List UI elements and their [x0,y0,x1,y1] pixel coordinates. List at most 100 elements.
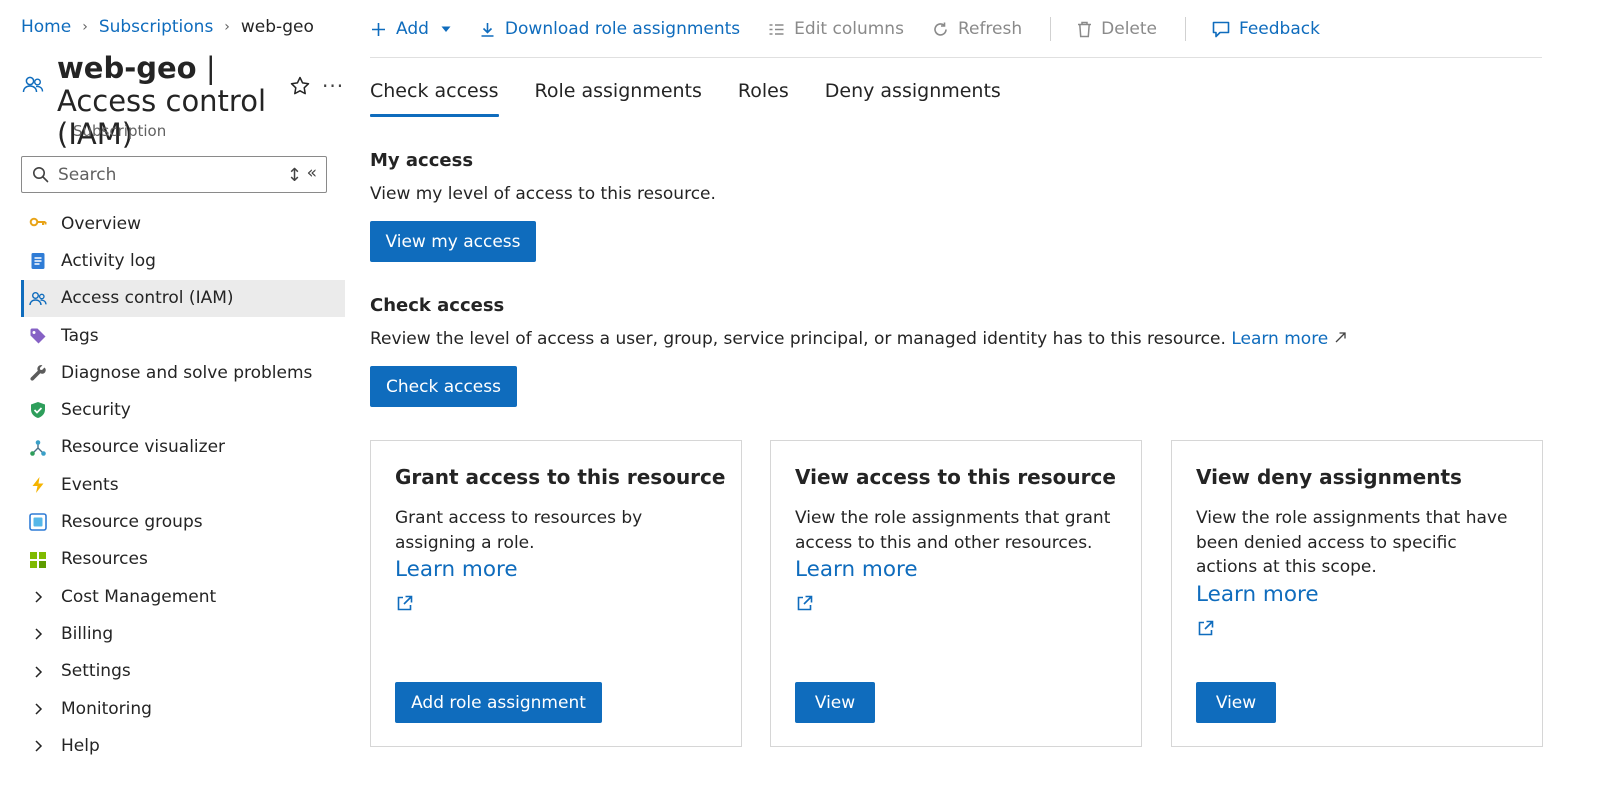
sidebar-item-label: Security [61,400,131,421]
view-access-card: View access to this resource View the ro… [770,440,1142,747]
tab-roles[interactable]: Roles [738,80,789,117]
refresh-button[interactable]: Refresh [932,19,1022,39]
search-icon [33,167,49,183]
sidebar-item-resource-groups[interactable]: Resource groups [21,503,345,540]
key-icon [29,217,47,227]
sidebar-item-resource-visualizer[interactable]: Resource visualizer [21,429,345,466]
download-button-label: Download role assignments [504,19,741,39]
external-link-icon[interactable] [795,594,814,613]
wrench-icon [30,365,46,381]
caret-down-icon [441,26,451,32]
card-learn-more-link[interactable]: Learn more [395,555,720,585]
columns-icon [769,23,784,35]
sidebar-item-label: Help [61,735,100,756]
grant-access-card: Grant access to this resource Grant acce… [370,440,742,747]
check-access-text: Review the level of access a user, group… [370,329,1226,349]
add-button-label: Add [396,19,429,39]
sidebar-item-resources[interactable]: Resources [21,541,345,578]
people-icon [22,76,44,93]
add-role-assignment-button[interactable]: Add role assignment [395,682,602,723]
add-button[interactable]: Add [370,19,451,39]
tab-deny-assignments[interactable]: Deny assignments [825,80,1001,117]
feedback-button[interactable]: Feedback [1212,19,1320,39]
search-input[interactable] [58,164,273,185]
tab-check-access[interactable]: Check access [370,80,499,117]
toolbar-divider [1050,17,1052,41]
tag-icon [30,328,46,344]
sidebar-item-monitoring[interactable]: Monitoring [21,690,345,727]
card-body: View the role assignments that have been… [1196,506,1521,638]
sidebar-item-access-control[interactable]: Access control (IAM) [21,279,345,318]
card-learn-more-link[interactable]: Learn more [1196,580,1521,610]
chevron-right-icon [35,591,43,603]
card-body: View the role assignments that grant acc… [795,506,1120,613]
card-description: Grant access to resources by assigning a… [395,508,643,553]
sidebar-item-activity-log[interactable]: Activity log [21,242,345,279]
command-bar: Add Download role assignments Edit colum… [370,17,1348,41]
sidebar-item-label: Resources [61,549,148,570]
sidebar-item-tags[interactable]: Tags [21,317,345,354]
collapse-sidebar-icon[interactable]: « [307,163,317,183]
chevron-right-icon [35,703,43,715]
view-my-access-button[interactable]: View my access [370,221,536,262]
chevron-right-icon [35,628,43,640]
external-link-icon[interactable] [395,594,414,613]
sidebar-item-label: Resource visualizer [61,437,226,458]
breadcrumb-subscriptions-link[interactable]: Subscriptions [99,17,213,37]
chevron-right-icon [35,666,43,678]
trash-icon [1078,21,1092,37]
breadcrumb: Home › Subscriptions › web-geo [21,17,314,37]
breadcrumb-home-link[interactable]: Home [21,17,71,37]
sidebar-item-label: Diagnose and solve problems [61,362,313,383]
sidebar-item-security[interactable]: Security [21,391,345,428]
card-title: Grant access to this resource [395,465,726,489]
download-role-assignments-button[interactable]: Download role assignments [479,19,740,39]
tab-role-assignments[interactable]: Role assignments [535,80,702,117]
feedback-icon [1212,21,1230,37]
view-deny-assignments-button[interactable]: View [1196,682,1276,723]
sidebar-item-label: Cost Management [61,586,217,607]
sidebar-item-billing[interactable]: Billing [21,615,345,652]
more-options-icon[interactable]: ··· [322,74,344,98]
sidebar-item-events[interactable]: Events [21,466,345,503]
activity-log-icon [31,253,45,270]
card-description: View the role assignments that have been… [1196,508,1508,577]
delete-button[interactable]: Delete [1077,19,1157,39]
view-access-button[interactable]: View [795,682,875,723]
check-access-button[interactable]: Check access [370,366,517,407]
breadcrumb-separator: › [224,19,230,35]
people-icon [29,291,47,305]
tab-list: Check access Role assignments Roles Deny… [370,80,1037,117]
card-title: View deny assignments [1196,465,1462,489]
toolbar-divider [1185,17,1186,41]
check-access-learn-more-link[interactable]: Learn more [1231,329,1328,349]
sidebar-item-settings[interactable]: Settings [21,653,345,690]
chevron-right-icon [35,740,43,752]
external-link-icon[interactable] [1196,619,1215,638]
sidebar-item-diagnose[interactable]: Diagnose and solve problems [21,354,345,391]
star-icon[interactable] [289,75,311,97]
sidebar-item-help[interactable]: Help [21,727,345,764]
plus-icon [372,22,385,36]
sidebar-item-label: Billing [61,623,114,644]
sort-icon[interactable]: ↕ [287,165,302,186]
edit-columns-button[interactable]: Edit columns [768,19,904,39]
search-box: ↕ « [21,156,327,193]
card-learn-more-link[interactable]: Learn more [795,555,1120,585]
sidebar-nav: Overview Activity log Access control (IA… [21,205,345,764]
shield-icon [31,402,45,419]
sidebar-item-label: Events [61,474,119,495]
refresh-icon [934,22,947,36]
card-title: View access to this resource [795,465,1116,489]
my-access-description: View my level of access to this resource… [370,184,716,204]
lightning-icon [32,477,44,494]
toolbar-divider-line [370,57,1542,58]
external-link-icon[interactable] [1334,331,1347,344]
check-access-heading: Check access [370,295,505,316]
sidebar-item-cost-management[interactable]: Cost Management [21,578,345,615]
card-description: View the role assignments that grant acc… [795,508,1111,553]
breadcrumb-current: web-geo [240,17,314,37]
sidebar-item-overview[interactable]: Overview [21,205,345,242]
my-access-heading: My access [370,150,474,171]
delete-label: Delete [1101,19,1157,39]
